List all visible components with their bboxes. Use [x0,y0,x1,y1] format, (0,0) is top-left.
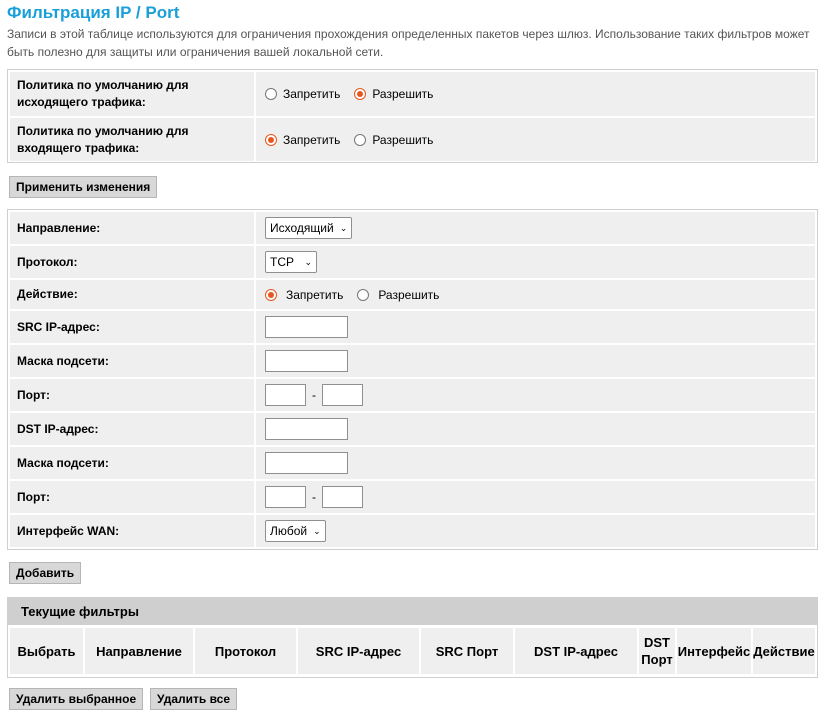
column-header: Направление [85,628,193,674]
dst-ip-input[interactable] [265,418,348,440]
src-mask-row: Маска подсети: [10,345,815,377]
radio-incoming-deny[interactable] [265,133,277,146]
column-header: Интерфейс [677,628,751,674]
dst-port-end-input[interactable] [322,486,363,508]
column-header: DST Порт [639,628,675,674]
column-header: DST IP-адрес [515,628,637,674]
current-filters-table: Выбрать Направление Протокол SRC IP-адре… [7,625,818,678]
radio-action-deny[interactable] [265,288,277,301]
delete-selected-button[interactable]: Удалить выбранное [9,688,144,710]
src-ip-input[interactable] [265,316,348,338]
policy-outgoing-row: Политика по умолчанию для исходящего тра… [10,72,815,116]
dst-mask-input[interactable] [265,452,348,474]
src-ip-row: SRC IP-адрес: [10,311,815,343]
direction-select[interactable]: Исходящий ⌄ [265,217,353,239]
policy-outgoing-deny[interactable]: Запретить [265,87,340,101]
column-header: Протокол [195,628,296,674]
action-deny-option[interactable]: Запретить [265,288,343,302]
wan-interface-select[interactable]: Любой ⌄ [265,520,326,542]
chevron-down-icon: ⌄ [339,222,348,233]
dst-port-start-input[interactable] [265,486,306,508]
radio-outgoing-allow[interactable] [354,88,367,100]
wan-interface-row: Интерфейс WAN: Любой ⌄ [10,515,815,547]
protocol-select[interactable]: TCP ⌄ [265,251,317,273]
policy-incoming-row: Политика по умолчанию для входящего траф… [10,118,815,161]
page-title: Фильтрация IP / Port [7,3,180,22]
column-header: SRC IP-адрес [298,628,419,674]
apply-changes-button[interactable]: Применить изменения [9,176,158,198]
dst-ip-row: DST IP-адрес: [10,413,815,445]
radio-outgoing-deny[interactable] [265,88,277,100]
dst-mask-row: Маска подсети: [10,447,815,479]
policy-incoming-label: Политика по умолчанию для входящего траф… [10,118,254,161]
column-header: SRC Порт [421,628,513,674]
page-description: Записи в этой таблице используются для о… [7,27,810,59]
action-allow-option[interactable]: Разрешить [357,288,439,302]
radio-action-allow[interactable] [357,288,370,301]
policy-box: Политика по умолчанию для исходящего тра… [7,69,818,163]
filter-form-box: Направление: Исходящий ⌄ Протокол: TCP ⌄… [7,209,818,550]
policy-outgoing-label: Политика по умолчанию для исходящего тра… [10,72,254,116]
column-header: Выбрать [10,628,83,674]
direction-row: Направление: Исходящий ⌄ [10,212,815,244]
src-port-start-input[interactable] [265,384,306,406]
column-header: Действие [753,628,815,674]
delete-all-button[interactable]: Удалить все [150,688,238,710]
src-port-row: Порт: - [10,379,815,411]
chevron-down-icon: ⌄ [304,256,312,267]
src-mask-input[interactable] [265,350,348,372]
policy-incoming-deny[interactable]: Запретить [265,133,340,147]
chevron-down-icon: ⌄ [313,525,321,536]
add-button[interactable]: Добавить [9,562,82,584]
src-port-end-input[interactable] [322,384,363,406]
dst-port-row: Порт: - [10,481,815,513]
policy-incoming-allow[interactable]: Разрешить [354,133,433,147]
action-row: Действие: Запретить Разрешить [10,280,815,309]
radio-incoming-allow[interactable] [354,133,367,146]
protocol-row: Протокол: TCP ⌄ [10,246,815,278]
current-filters-heading: Текущие фильтры [7,597,818,625]
policy-outgoing-allow[interactable]: Разрешить [354,87,433,101]
